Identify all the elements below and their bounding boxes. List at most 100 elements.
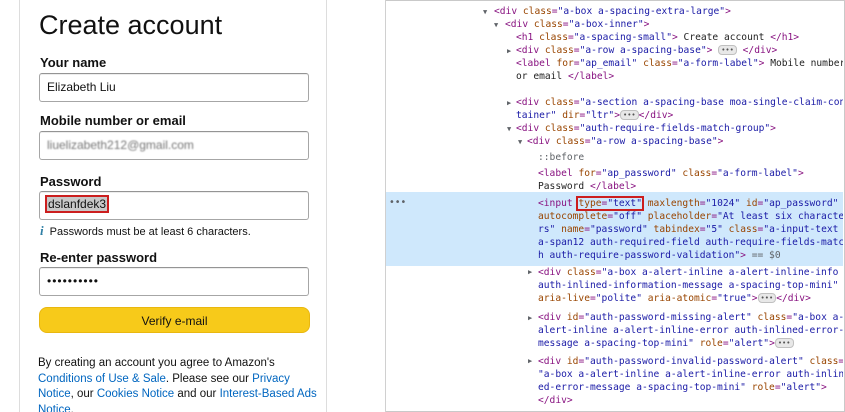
- attr-name: role: [751, 382, 775, 393]
- attr-value: "polite": [595, 293, 642, 304]
- dom-line[interactable]: </div>: [538, 394, 573, 407]
- tag-end: </h1>: [770, 32, 800, 43]
- dom-line[interactable]: ed-error-message a-spacing-top-mini" rol…: [538, 381, 827, 394]
- tag-name: <div: [516, 45, 545, 56]
- attr-value: "auth-password-invalid-password-alert": [584, 356, 804, 367]
- dom-line[interactable]: message a-spacing-top-mini" role="alert"…: [538, 337, 794, 350]
- reenter-password-input[interactable]: ••••••••••: [39, 267, 309, 296]
- attr-value: "a-box a-alert-inline a-alert-inline-inf…: [601, 267, 839, 278]
- attr-value: auth-inlined-information-message a-spaci…: [538, 280, 839, 291]
- attr-value: message a-spacing-top-mini": [538, 338, 694, 349]
- tag-end: </div>: [538, 395, 573, 406]
- expanded-triangle-icon[interactable]: ▼: [507, 125, 511, 133]
- expanded-triangle-icon[interactable]: ▼: [483, 8, 487, 16]
- dom-line[interactable]: <div class="a-section a-spacing-base moa…: [516, 96, 843, 109]
- tag-name: <input: [538, 198, 579, 209]
- tag-end: </div>: [638, 110, 674, 121]
- collapsed-children-pill[interactable]: •••: [620, 110, 639, 120]
- collapsed-triangle-icon[interactable]: ▶: [528, 357, 532, 365]
- attr-value: "a-row a-spacing-base": [579, 45, 707, 56]
- cookies-link[interactable]: Cookies Notice: [97, 388, 174, 400]
- collapsed-triangle-icon[interactable]: ▶: [528, 268, 532, 276]
- dom-line[interactable]: auth-inlined-information-message a-spaci…: [538, 279, 838, 292]
- tag-close: >: [717, 136, 724, 147]
- email-input[interactable]: liuelizabeth212@gmail.com: [39, 131, 309, 160]
- dom-line[interactable]: <label for="ap_email" class="a-form-labe…: [516, 57, 843, 70]
- attr-value: "a-box a-spacing-extra-large": [557, 6, 726, 17]
- page-title: Create account: [39, 10, 223, 40]
- type-attribute-highlight: type="text": [576, 196, 644, 211]
- collapsed-triangle-icon[interactable]: ▶: [507, 99, 511, 107]
- collapsed-children-pill[interactable]: •••: [757, 293, 777, 303]
- tag-name: <div: [516, 123, 545, 134]
- conditions-link[interactable]: Conditions of Use & Sale: [38, 373, 166, 385]
- name-input[interactable]: Elizabeth Liu: [39, 73, 309, 102]
- dom-line[interactable]: tainer" dir="ltr"> ••• </div>: [516, 109, 673, 122]
- dom-line-selected[interactable]: rs" name="password" tabindex="5" class="…: [538, 223, 838, 236]
- dom-line[interactable]: <div id="auth-password-missing-alert" cl…: [538, 311, 843, 324]
- dom-line[interactable]: <div class="a-row a-spacing-base">: [527, 135, 723, 148]
- tag-name: <div: [516, 97, 545, 108]
- pseudo-element: ::before: [538, 152, 585, 163]
- legal-text: By creating an account you agree to Amaz…: [38, 357, 275, 369]
- attr-name: dir: [562, 110, 580, 121]
- name-value: Elizabeth Liu: [47, 80, 116, 94]
- collapsed-children-pill[interactable]: •••: [718, 45, 737, 55]
- dom-line[interactable]: ::before: [538, 151, 584, 164]
- email-label: Mobile number or email: [40, 113, 186, 128]
- attr-name: maxlength: [647, 198, 700, 209]
- tag-name: <label: [516, 58, 557, 69]
- dom-line-selected[interactable]: <input type="text" maxlength="1024" id="…: [538, 196, 838, 211]
- tag-close: >: [770, 123, 776, 134]
- dom-line[interactable]: alert-inline a-alert-inline-error auth-i…: [538, 324, 843, 337]
- dom-line[interactable]: <div class="a-box a-alert-inline a-alert…: [538, 266, 838, 279]
- dom-line[interactable]: <div id = "auth-password-invalid-password-…: [538, 355, 843, 368]
- dom-line-selected[interactable]: h auth-require-password-validation"> == …: [538, 249, 781, 262]
- legal-text: and our: [174, 388, 220, 400]
- tag-name: <h1: [516, 32, 540, 43]
- attr-name: placeholder: [647, 211, 712, 222]
- tag-close: >: [797, 168, 804, 179]
- dom-line[interactable]: <div class="a-row a-spacing-base"> ••• <…: [516, 44, 777, 57]
- attr-name: class: [809, 356, 839, 367]
- dom-line[interactable]: "a-box a-alert-inline a-alert-inline-err…: [538, 368, 843, 381]
- attr-value: "a-row a-spacing-base": [590, 136, 718, 147]
- attr-name: aria-atomic: [647, 293, 712, 304]
- dom-line[interactable]: <label for="ap_password" class="a-form-l…: [538, 167, 804, 180]
- tag-name: <div: [505, 19, 534, 30]
- attr-value: "alert": [728, 338, 770, 349]
- dom-line[interactable]: <div class="a-box-inner">: [505, 18, 649, 31]
- collapsed-children-pill[interactable]: •••: [774, 338, 794, 348]
- dom-line[interactable]: <div class="a-box a-spacing-extra-large"…: [494, 5, 731, 18]
- collapsed-triangle-icon[interactable]: ▶: [528, 314, 532, 322]
- attr-equals: =: [838, 356, 843, 367]
- dom-line[interactable]: or email </label>: [516, 70, 614, 83]
- attr-value: tainer": [516, 110, 557, 121]
- attr-value: "off": [613, 211, 642, 222]
- attr-name: class: [682, 168, 712, 179]
- node-menu-icon[interactable]: •••: [389, 197, 406, 208]
- attr-value: "auth-password-missing-alert": [584, 312, 752, 323]
- tag-close: >: [725, 6, 731, 17]
- dom-line[interactable]: <h1 class="a-spacing-small"> Create acco…: [516, 31, 799, 44]
- attr-name: class: [539, 32, 568, 43]
- expanded-triangle-icon[interactable]: ▼: [518, 138, 522, 146]
- dom-line[interactable]: aria-live="polite" aria-atomic="true"> ••…: [538, 292, 811, 305]
- text-node: Create account: [677, 32, 771, 43]
- expanded-triangle-icon[interactable]: ▼: [494, 21, 498, 29]
- dom-line-selected[interactable]: a-span12 auth-required-field auth-requir…: [538, 236, 843, 249]
- tag-close: >: [643, 19, 650, 30]
- dom-line[interactable]: Password </label>: [538, 180, 636, 193]
- dom-line-selected[interactable]: autocomplete="off" placeholder="At least…: [538, 210, 843, 223]
- attr-value: "a-box a-: [792, 312, 843, 323]
- verify-email-button[interactable]: Verify e-mail: [39, 307, 310, 333]
- attr-name: for: [578, 168, 596, 179]
- attr-value: "ap_email": [579, 58, 638, 69]
- devtools-elements-panel: ••• ▼ ▼ ▶ ▶ ▼ ▼ ▶ ▶ ▶ <div class="a-box …: [386, 0, 843, 411]
- attr-value: "a-spacing-small": [573, 32, 672, 43]
- password-input[interactable]: dslanfdek3: [39, 191, 309, 220]
- collapsed-triangle-icon[interactable]: ▶: [507, 47, 511, 55]
- dom-line[interactable]: <div class="auth-require-fields-match-gr…: [516, 122, 776, 135]
- attr-value: "text": [607, 198, 642, 209]
- attr-value: "a-box a-alert-inline a-alert-inline-err…: [538, 369, 843, 380]
